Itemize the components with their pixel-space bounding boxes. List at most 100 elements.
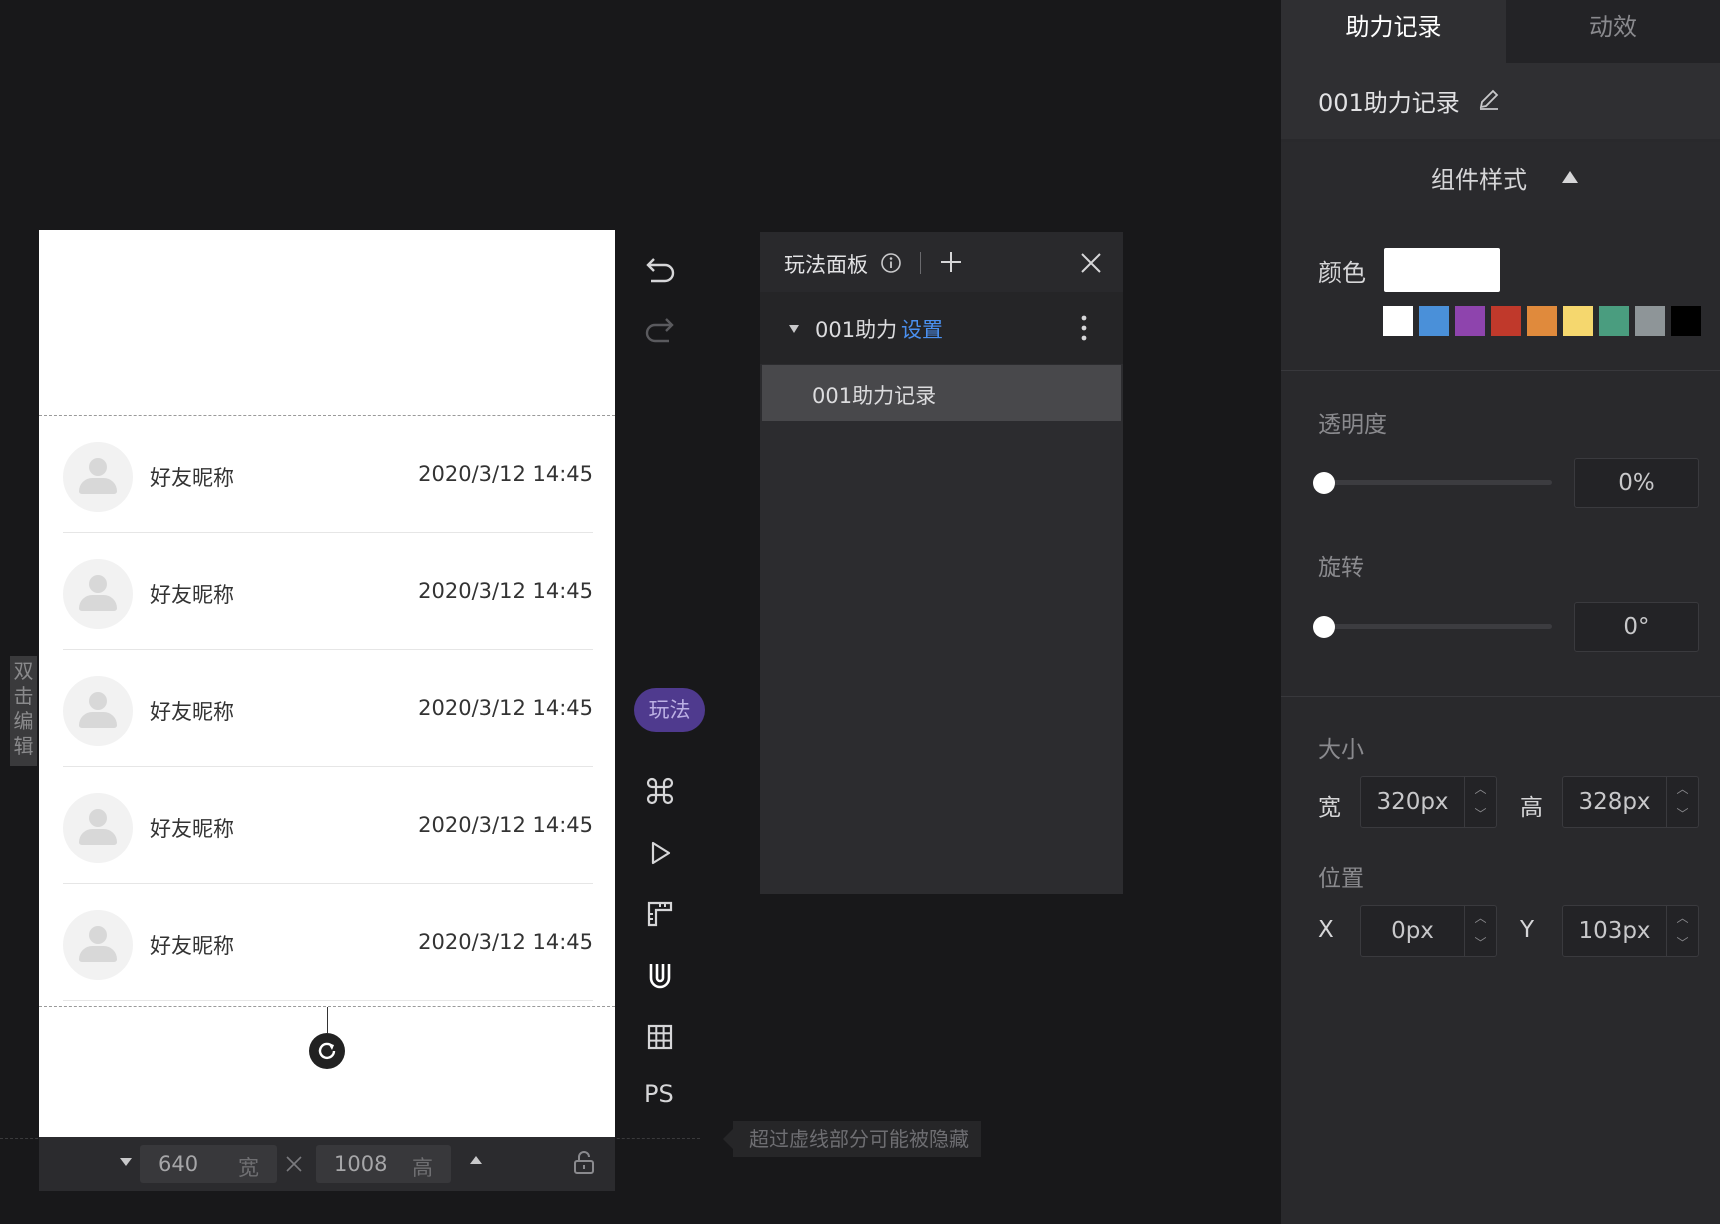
list-item[interactable]: 好友昵称 2020/3/12 14:45: [39, 767, 615, 884]
play-mode-button[interactable]: 玩法: [634, 688, 705, 732]
friend-nickname: 好友昵称: [150, 817, 234, 841]
group-name: 001助力: [815, 318, 898, 342]
canvas-width-value: 640: [158, 1152, 199, 1176]
friend-nickname: 好友昵称: [150, 700, 234, 724]
play-panel: 玩法面板 001助力 设置 001助力记录: [760, 232, 1123, 894]
close-icon[interactable]: [1079, 251, 1103, 275]
height-label: 高: [1520, 795, 1543, 821]
header-divider: [920, 252, 921, 274]
ps-import-button[interactable]: PS: [644, 1080, 674, 1108]
record-time: 2020/3/12 14:45: [418, 579, 593, 603]
hidden-area-hint: 超过虚线部分可能被隐藏: [733, 1121, 981, 1157]
swatch-black[interactable]: [1671, 306, 1701, 336]
group-settings-link[interactable]: 设置: [901, 314, 943, 344]
inspector-panel: 助力记录 动效 001助力记录 组件样式 颜色 透明度 0% 旋转 0° 大小 …: [1281, 0, 1720, 1224]
record-time: 2020/3/12 14:45: [418, 462, 593, 486]
canvas-height-value: 1008: [334, 1152, 388, 1176]
width-stepper[interactable]: ︿ ﹀: [1465, 776, 1497, 828]
opacity-slider-knob[interactable]: [1313, 472, 1335, 494]
swatch-yellow[interactable]: [1563, 306, 1593, 336]
row-divider: [63, 1000, 593, 1001]
list-item[interactable]: 好友昵称 2020/3/12 14:45: [39, 884, 615, 1001]
swatch-green[interactable]: [1599, 306, 1629, 336]
preview-button[interactable]: [640, 833, 680, 873]
more-vertical-icon[interactable]: [1080, 314, 1088, 342]
canvas-height-input[interactable]: 1008 高: [316, 1145, 451, 1183]
y-input[interactable]: 103px: [1562, 905, 1667, 957]
rotation-slider-knob[interactable]: [1313, 616, 1335, 638]
caret-down-icon[interactable]: [119, 1157, 133, 1167]
list-item[interactable]: 好友昵称 2020/3/12 14:45: [39, 416, 615, 533]
design-canvas[interactable]: 好友昵称 2020/3/12 14:45 好友昵称 2020/3/12 14:4…: [39, 230, 615, 1137]
redo-icon: [645, 318, 674, 343]
canvas-width-input[interactable]: 640 宽: [140, 1145, 277, 1183]
friend-nickname: 好友昵称: [150, 934, 234, 958]
avatar: [63, 559, 133, 629]
x-input[interactable]: 0px: [1360, 905, 1465, 957]
tab-animation[interactable]: 动效: [1506, 0, 1720, 63]
swatch-grey[interactable]: [1635, 306, 1665, 336]
swatch-blue[interactable]: [1419, 306, 1449, 336]
width-label: 宽: [1318, 795, 1341, 821]
rotation-label: 旋转: [1318, 555, 1364, 581]
x-stepper[interactable]: ︿ ﹀: [1465, 905, 1497, 957]
caret-up-icon: [1562, 171, 1578, 183]
opacity-slider[interactable]: [1324, 480, 1552, 485]
canvas-width-unit: 宽: [238, 1156, 259, 1180]
caret-up-icon[interactable]: [469, 1155, 483, 1165]
size-label: 大小: [1318, 737, 1364, 763]
position-label: 位置: [1318, 866, 1364, 892]
snap-button[interactable]: [640, 956, 680, 996]
height-input[interactable]: 328px: [1562, 776, 1667, 828]
tab-record[interactable]: 助力记录: [1281, 0, 1506, 63]
avatar: [63, 910, 133, 980]
panel-title: 玩法面板: [784, 253, 868, 277]
swatch-white[interactable]: [1383, 306, 1413, 336]
swatch-orange[interactable]: [1527, 306, 1557, 336]
double-click-edit-tag[interactable]: 双击编辑: [10, 656, 37, 766]
command-icon: [646, 777, 674, 805]
unlock-icon[interactable]: [572, 1151, 596, 1175]
grid-icon: [647, 1024, 673, 1050]
shortcut-button[interactable]: [640, 771, 680, 811]
grid-button[interactable]: [640, 1017, 680, 1057]
undo-button[interactable]: [640, 250, 680, 290]
panel-header: 玩法面板: [760, 232, 1123, 292]
rotate-icon: [318, 1042, 336, 1060]
list-item[interactable]: 好友昵称 2020/3/12 14:45: [39, 650, 615, 767]
height-stepper[interactable]: ︿ ﹀: [1667, 776, 1699, 828]
rotation-input[interactable]: 0°: [1574, 602, 1699, 652]
opacity-input[interactable]: 0%: [1574, 458, 1699, 508]
info-icon[interactable]: [880, 252, 902, 274]
style-section-header[interactable]: 组件样式: [1281, 142, 1720, 210]
edit-icon[interactable]: [1477, 87, 1501, 111]
component-name-bar: 001助力记录: [1281, 63, 1720, 139]
rotate-handle[interactable]: [309, 1033, 345, 1069]
panel-group-row[interactable]: 001助力 设置: [760, 292, 1123, 364]
canvas-size-bar: 640 宽 1008 高: [39, 1137, 615, 1191]
swatch-purple[interactable]: [1455, 306, 1485, 336]
y-label: Y: [1520, 917, 1535, 943]
play-icon: [651, 841, 671, 865]
canvas-height-unit: 高: [412, 1156, 433, 1180]
avatar: [63, 442, 133, 512]
opacity-label: 透明度: [1318, 412, 1387, 438]
component-name: 001助力记录: [1318, 89, 1460, 117]
friend-nickname: 好友昵称: [150, 466, 234, 490]
caret-down-icon[interactable]: [788, 324, 800, 334]
swatch-red[interactable]: [1491, 306, 1521, 336]
redo-button[interactable]: [640, 310, 680, 350]
ruler-button[interactable]: [640, 894, 680, 934]
section-divider: [1281, 370, 1720, 371]
plus-icon[interactable]: [938, 249, 964, 275]
record-time: 2020/3/12 14:45: [418, 696, 593, 720]
rotation-slider[interactable]: [1324, 624, 1552, 629]
style-section-title: 组件样式: [1431, 166, 1527, 194]
panel-item[interactable]: 001助力记录: [762, 365, 1121, 421]
color-preview[interactable]: [1384, 248, 1500, 292]
width-input[interactable]: 320px: [1360, 776, 1465, 828]
rotate-handle-stem: [327, 1007, 328, 1033]
list-item[interactable]: 好友昵称 2020/3/12 14:45: [39, 533, 615, 650]
y-stepper[interactable]: ︿ ﹀: [1667, 905, 1699, 957]
record-time: 2020/3/12 14:45: [418, 813, 593, 837]
